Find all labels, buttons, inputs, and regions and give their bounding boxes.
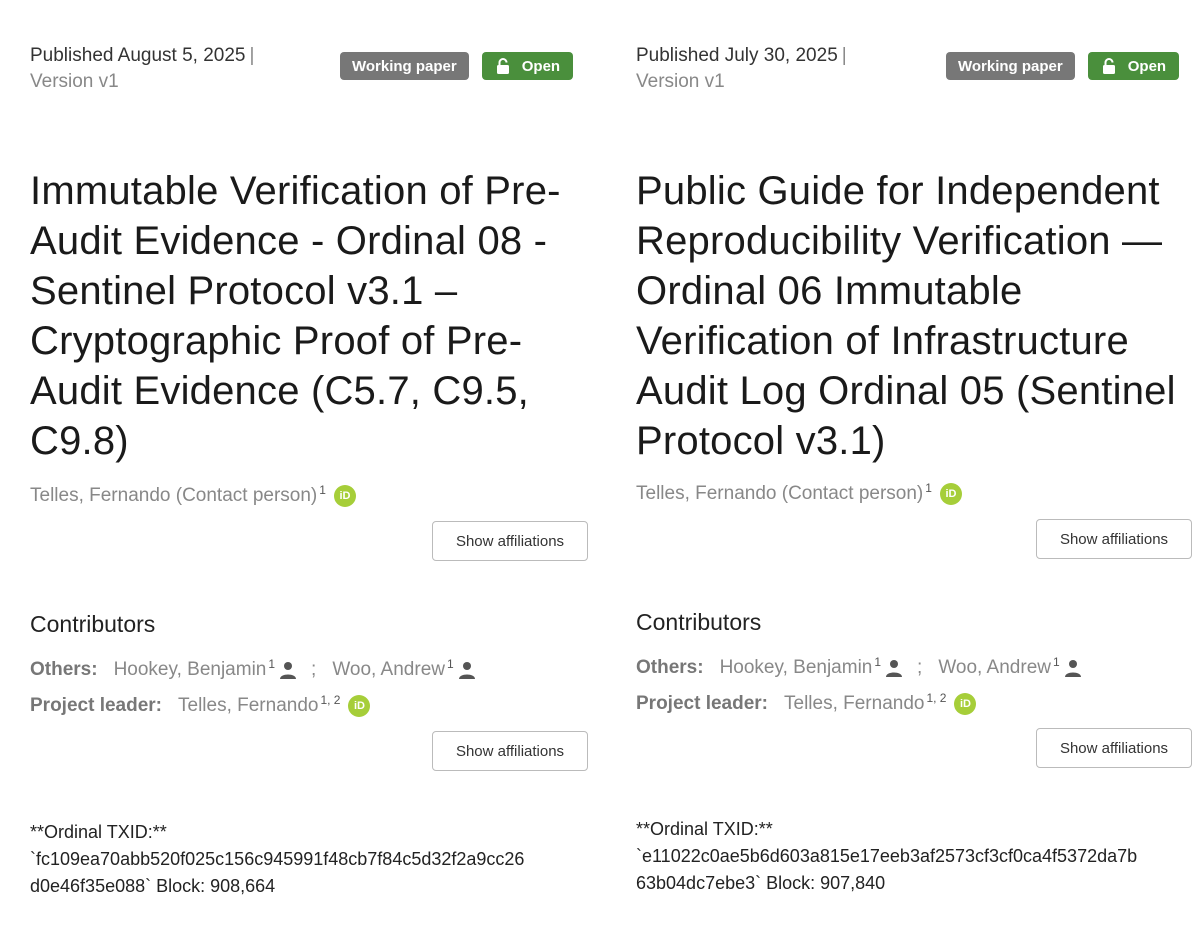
orcid-icon[interactable]: iD	[954, 693, 977, 715]
record-card-right: Published July 30, 2025 | Version v1 Work…	[636, 0, 1196, 932]
record-title: Immutable Verification of Pre-Audit Evid…	[30, 169, 561, 463]
contributor-name[interactable]: Telles, Fernando	[784, 693, 924, 715]
description: **Ordinal TXID:** `fc109ea70abb520f025c1…	[30, 819, 590, 900]
record-card-left: Published August 5, 2025 | Version v1 Wor…	[30, 0, 590, 932]
access-label: Open	[521, 57, 561, 75]
person-icon	[886, 660, 903, 677]
person-icon	[280, 662, 297, 679]
orcid-icon[interactable]: iD	[348, 695, 371, 717]
person-icon	[458, 662, 475, 679]
lock-open-icon	[496, 58, 509, 74]
separator: |	[249, 45, 255, 66]
separator: ;	[917, 657, 923, 678]
project-leader-line: Project leader: Telles, Fernando 1, 2 iD	[30, 693, 371, 717]
txid-block: d0e46f35e088` Block: 908,664	[30, 876, 276, 896]
project-leader-label: Project leader:	[636, 693, 768, 714]
affiliation-sup: 1, 2	[320, 693, 341, 707]
resource-type-badge[interactable]: Working paper	[946, 52, 1075, 80]
access-badge[interactable]: Open	[1087, 52, 1180, 80]
contributors-heading: Contributors	[636, 609, 762, 635]
orcid-icon[interactable]: iD	[333, 485, 356, 507]
project-leader-line: Project leader: Telles, Fernando 1, 2 iD	[636, 691, 977, 715]
affiliation-sup: 1	[268, 657, 276, 671]
project-leader-label: Project leader:	[30, 695, 162, 716]
record-title: Public Guide for Independent Reproducibi…	[636, 169, 1176, 463]
orcid-icon[interactable]: iD	[939, 483, 962, 505]
lock-open-icon	[1102, 58, 1115, 74]
creator-line: Telles, Fernando (Contact person) 1 iD	[636, 481, 962, 505]
creator-name[interactable]: Telles, Fernando (Contact person)	[30, 485, 317, 507]
publication-info: Published August 5, 2025 | Version v1	[30, 43, 254, 95]
affiliation-sup: 1, 2	[926, 691, 947, 705]
affiliation-sup: 1	[925, 481, 932, 495]
affiliation-sup: 1	[446, 657, 454, 671]
person-icon	[1064, 660, 1081, 677]
others-line: Others: Hookey, Benjamin 1 ; Woo, Andrew…	[30, 657, 476, 681]
txid-hash: `fc109ea70abb520f025c156c945991f48cb7f84…	[30, 849, 525, 869]
txid-heading: **Ordinal TXID:**	[636, 819, 773, 839]
txid-block: 63b04dc7ebe3` Block: 907,840	[636, 873, 886, 893]
version-label: Version v1	[30, 71, 119, 92]
affiliation-sup: 1	[874, 655, 882, 669]
affiliation-sup: 1	[1052, 655, 1060, 669]
badges: Working paper Open	[340, 52, 574, 80]
txid-heading: **Ordinal TXID:**	[30, 822, 167, 842]
creator-line: Telles, Fernando (Contact person) 1 iD	[30, 483, 356, 507]
publication-info: Published July 30, 2025 | Version v1	[636, 43, 847, 95]
affiliation-sup: 1	[319, 483, 326, 497]
access-label: Open	[1127, 57, 1167, 75]
separator: |	[841, 45, 847, 66]
show-affiliations-button[interactable]: Show affiliations	[1036, 728, 1192, 768]
publication-date: Published August 5, 2025	[30, 45, 246, 66]
badges: Working paper Open	[946, 52, 1180, 80]
contributors-heading: Contributors	[30, 611, 156, 637]
others-line: Others: Hookey, Benjamin 1 ; Woo, Andrew…	[636, 655, 1082, 679]
description: **Ordinal TXID:** `e11022c0ae5b6d603a815…	[636, 816, 1196, 897]
others-label: Others:	[30, 659, 98, 680]
separator: ;	[311, 659, 317, 680]
show-affiliations-button[interactable]: Show affiliations	[432, 731, 588, 771]
txid-hash: `e11022c0ae5b6d603a815e17eeb3af2573cf3cf…	[636, 846, 1138, 866]
contributor-name[interactable]: Woo, Andrew	[332, 659, 445, 681]
contributor-name[interactable]: Hookey, Benjamin	[720, 657, 873, 679]
show-affiliations-button[interactable]: Show affiliations	[1036, 519, 1192, 559]
access-badge[interactable]: Open	[481, 52, 574, 80]
version-label: Version v1	[636, 71, 725, 92]
contributor-name[interactable]: Woo, Andrew	[938, 657, 1051, 679]
others-label: Others:	[636, 657, 704, 678]
publication-date: Published July 30, 2025	[636, 45, 838, 66]
creator-name[interactable]: Telles, Fernando (Contact person)	[636, 483, 923, 505]
contributor-name[interactable]: Hookey, Benjamin	[114, 659, 267, 681]
contributor-name[interactable]: Telles, Fernando	[178, 695, 318, 717]
resource-type-badge[interactable]: Working paper	[340, 52, 469, 80]
show-affiliations-button[interactable]: Show affiliations	[432, 521, 588, 561]
